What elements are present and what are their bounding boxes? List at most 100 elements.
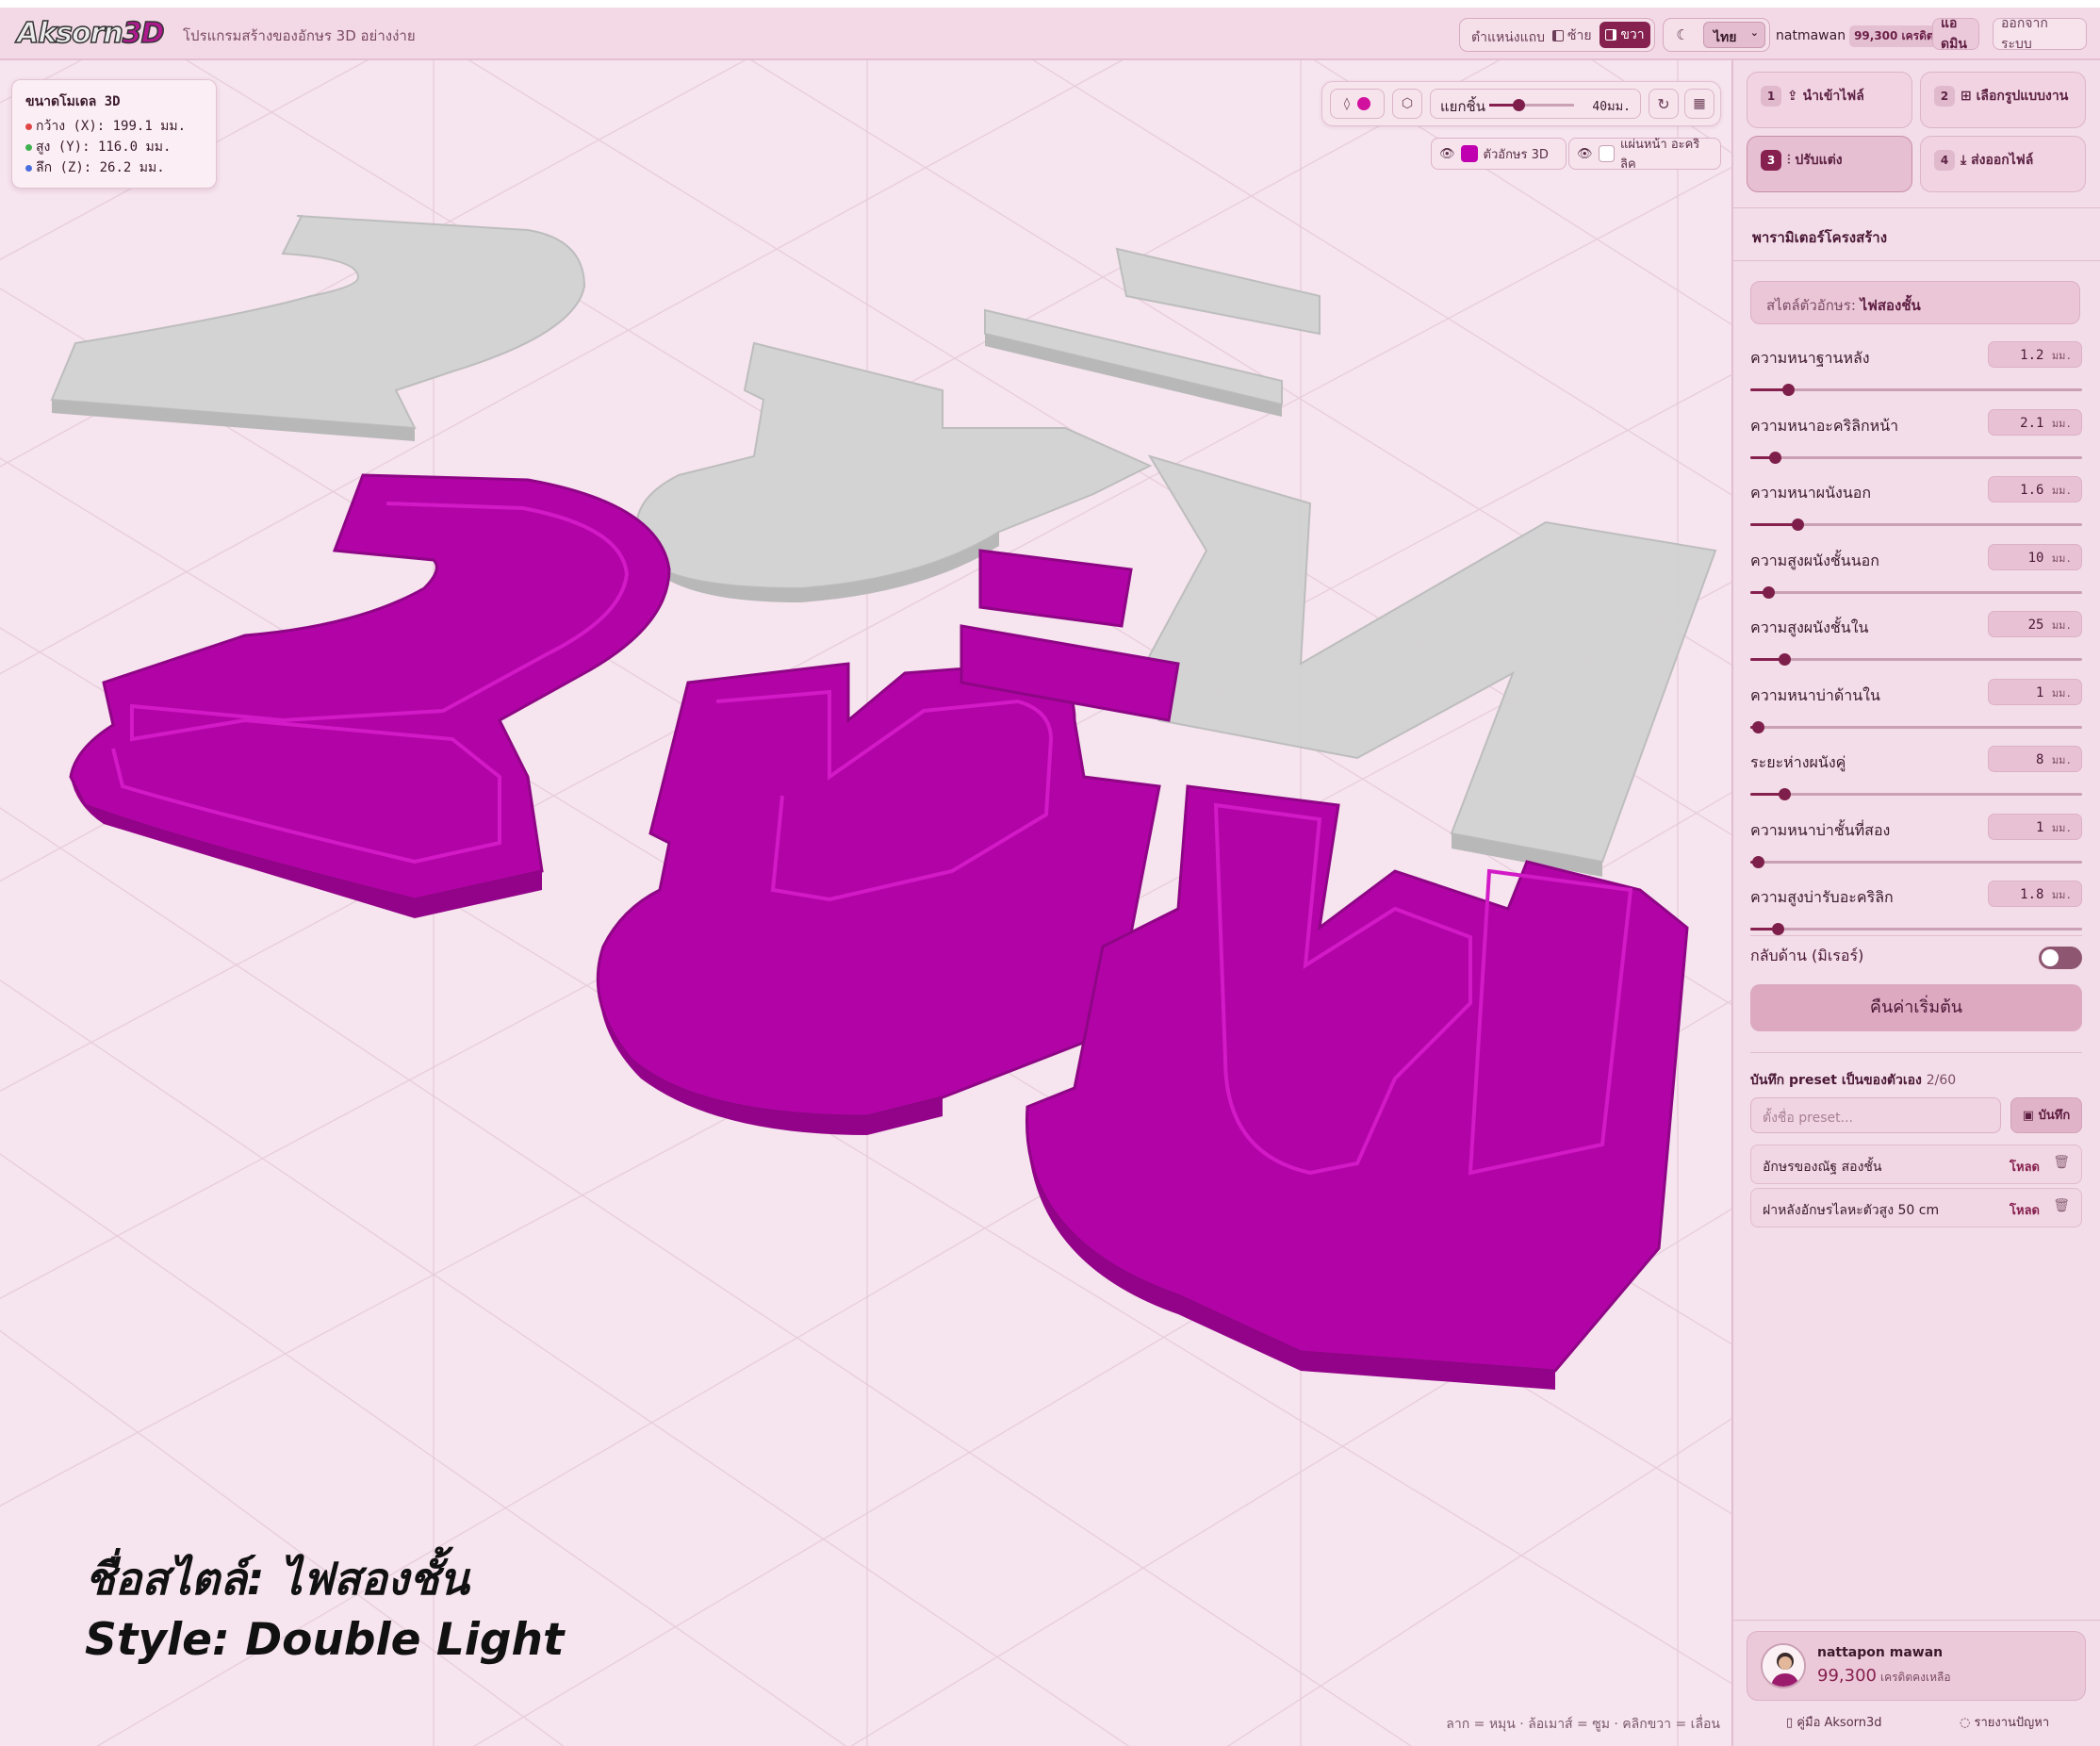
param-value-input[interactable]: 1.2 มม. xyxy=(1988,341,2082,368)
explode-control: แยกชิ้น 40มม. xyxy=(1430,89,1641,119)
sidebar-left-button[interactable]: ซ้าย xyxy=(1552,25,1592,46)
param-slider-handle[interactable] xyxy=(1792,519,1804,531)
style-caption: ชื่อสไตล์: ไฟสองชั้น Style: Double Light xyxy=(85,1550,565,1671)
reset-defaults-button[interactable]: คืนค่าเริ่มต้น xyxy=(1750,984,2082,1031)
app-logo[interactable]: Aksorn3D xyxy=(16,16,165,51)
param-slider-handle[interactable] xyxy=(1782,384,1795,396)
preset-item[interactable]: อักษรของณัฐ สองชั้น โหลด 🗑 xyxy=(1750,1145,2082,1184)
param-slider-fill xyxy=(1750,523,1797,526)
param-label: ความสูงผนังชั้นใน xyxy=(1750,618,1869,636)
settings-panel: 1 ⇪ นำเข้าไฟล์ 2 ⊞ เลือกรูปแบบงาน 3 ⫶ ปรับแ… xyxy=(1731,60,2100,1746)
sidebar-position-group: ตำแหน่งแถบ ซ้าย ขวา xyxy=(1459,18,1655,52)
panel-left-icon xyxy=(1552,30,1564,41)
param-value-input[interactable]: 1 มม. xyxy=(1988,678,2082,705)
download-icon: ⤓ xyxy=(1961,153,1972,168)
color-mode-button[interactable]: ◊ xyxy=(1330,89,1385,119)
param-slider-track[interactable] xyxy=(1750,725,2082,729)
style-caption-english: Style: Double Light xyxy=(85,1614,565,1666)
param-value-input[interactable]: 10 มม. xyxy=(1988,543,2082,570)
param-slider-handle[interactable] xyxy=(1763,585,1775,599)
mirror-toggle[interactable] xyxy=(2039,947,2082,969)
param-row: ความหนาบ่าด้านใน 1 มม. xyxy=(1750,678,2082,745)
step-import[interactable]: 1 ⇪ นำเข้าไฟล์ xyxy=(1747,72,1912,128)
param-label: ระยะห่างผนังคู่ xyxy=(1750,753,1846,771)
language-select[interactable]: ไทย ⌄ xyxy=(1703,22,1765,48)
sidebar-right-button[interactable]: ขวา xyxy=(1600,22,1650,48)
toggle-letters-layer[interactable]: 👁 ตัวอักษร 3D xyxy=(1431,138,1567,170)
trash-icon[interactable]: 🗑 xyxy=(2053,1198,2070,1213)
param-slider-track[interactable] xyxy=(1750,455,2082,459)
model-dimensions-panel: ขนาดโมเดล 3D กว้าง (X): 199.1 มม. สูง (Y… xyxy=(11,79,217,189)
param-value-input[interactable]: 1.6 มม. xyxy=(1988,476,2082,502)
param-label: ความหนาบ่าด้านใน xyxy=(1750,685,1880,704)
user-card[interactable]: nattapon mawan 99,300 เครดิตคงเหลือ xyxy=(1747,1631,2086,1701)
manual-link[interactable]: ▯ คู่มือ Aksorn3d xyxy=(1786,1712,1882,1732)
param-slider-track[interactable] xyxy=(1750,860,2082,864)
explode-slider-handle[interactable] xyxy=(1513,99,1525,111)
param-slider-handle[interactable] xyxy=(1769,451,1781,464)
avatar xyxy=(1761,1643,1806,1688)
param-row: ระยะห่างผนังคู่ 8 มม. xyxy=(1750,746,2082,812)
param-slider-track[interactable] xyxy=(1750,928,2082,931)
param-row: ความสูงผนังชั้นนอก 10 มม. xyxy=(1750,543,2082,610)
report-issue-link[interactable]: ◌ รายงานปัญหา xyxy=(1960,1712,2049,1732)
cube-icon: ⬡ xyxy=(1401,96,1414,111)
view-cube-button[interactable]: ⬡ xyxy=(1392,89,1422,119)
param-slider-handle[interactable] xyxy=(1779,788,1791,800)
divider xyxy=(1750,935,2082,936)
user-credits: 99,300 เครดิตคงเหลือ xyxy=(1817,1666,1951,1686)
param-value-input[interactable]: 2.1 มม. xyxy=(1988,408,2082,436)
chat-icon: ◌ xyxy=(1960,1716,1975,1730)
top-bar: Aksorn3D โปรแกรมสร้างของอักษร 3D อย่างง่… xyxy=(0,8,2100,60)
param-label: ความหนาอะคริลิกหน้า xyxy=(1750,416,1899,435)
divider xyxy=(1733,260,2100,261)
load-preset-button[interactable]: โหลด xyxy=(2010,1157,2040,1177)
divider xyxy=(1750,1052,2082,1053)
letters-color-swatch xyxy=(1460,145,1478,162)
3d-viewport[interactable]: ขนาดโมเดล 3D กว้าง (X): 199.1 มม. สูง (Y… xyxy=(0,60,1731,1746)
preset-item[interactable]: ฝาหลังอักษรไลหะตัวสูง 50 cm โหลด 🗑 xyxy=(1750,1188,2082,1227)
param-label: ความหนาบ่าชั้นที่สอง xyxy=(1750,820,1891,839)
param-value-input[interactable]: 1 มม. xyxy=(1988,813,2082,840)
toggle-acrylic-layer[interactable]: 👁 แผ่นหน้า อะคริลิค xyxy=(1568,138,1721,172)
dark-mode-toggle[interactable]: ☾ xyxy=(1669,23,1696,47)
eye-icon: 👁 xyxy=(1439,146,1455,161)
param-slider-handle[interactable] xyxy=(1752,855,1764,868)
param-row: ความสูงผนังชั้นใน 25 มม. xyxy=(1750,611,2082,677)
grid-icon: ▦ xyxy=(1693,96,1706,111)
viewport-toolbar: ◊ ⬡ แยกชิ้น 40มม. ↻ ▦ xyxy=(1321,81,1721,126)
param-slider-handle[interactable] xyxy=(1752,720,1764,733)
reset-view-button[interactable]: ↻ xyxy=(1649,89,1679,119)
grid-toggle-button[interactable]: ▦ xyxy=(1684,89,1714,119)
eye-icon: 👁 xyxy=(1577,146,1593,161)
param-slider-track[interactable] xyxy=(1750,658,2082,661)
admin-button[interactable]: แอดมิน xyxy=(1932,16,1979,52)
param-value-input[interactable]: 8 มม. xyxy=(1988,746,2082,772)
upload-icon: ⇪ xyxy=(1787,89,1803,104)
param-slider-handle[interactable] xyxy=(1772,923,1784,935)
dimension-width: กว้าง (X): 199.1 มม. xyxy=(36,119,187,134)
param-slider-track[interactable] xyxy=(1750,793,2082,796)
trash-icon[interactable]: 🗑 xyxy=(2053,1155,2070,1170)
param-slider-handle[interactable] xyxy=(1779,653,1791,666)
param-value-input[interactable]: 1.8 มม. xyxy=(1988,881,2082,907)
preset-name-input[interactable]: ตั้งชื่อ preset... xyxy=(1750,1097,2001,1133)
param-label: ความหนาผนังนอก xyxy=(1750,484,1872,502)
logout-button[interactable]: ออกจากระบบ xyxy=(1993,16,2087,52)
3d-model-render[interactable] xyxy=(0,60,1731,1746)
param-value-input[interactable]: 25 มม. xyxy=(1988,611,2082,637)
divider xyxy=(1733,207,2100,208)
sidebar-position-label: ตำแหน่งแถบ xyxy=(1471,30,1545,45)
param-slider-track[interactable] xyxy=(1750,388,2082,391)
credits-chip: 99,300 เครดิต xyxy=(1849,25,1939,47)
load-preset-button[interactable]: โหลด xyxy=(2010,1200,2040,1220)
user-summary: natmawan 99,300 เครดิต xyxy=(1776,25,1939,47)
explode-label: แยกชิ้น xyxy=(1440,98,1485,115)
divider xyxy=(1733,1620,2100,1621)
param-slider-track[interactable] xyxy=(1750,590,2082,594)
droplet-icon: ◊ xyxy=(1343,96,1351,111)
save-preset-button[interactable]: ▣ บันทึก xyxy=(2010,1097,2082,1133)
step-choose-template[interactable]: 2 ⊞ เลือกรูปแบบงาน xyxy=(1920,72,2086,128)
step-export[interactable]: 4 ⤓ ส่งออกไฟล์ xyxy=(1920,136,2086,192)
step-customize[interactable]: 3 ⫶ ปรับแต่ง xyxy=(1747,136,1912,192)
